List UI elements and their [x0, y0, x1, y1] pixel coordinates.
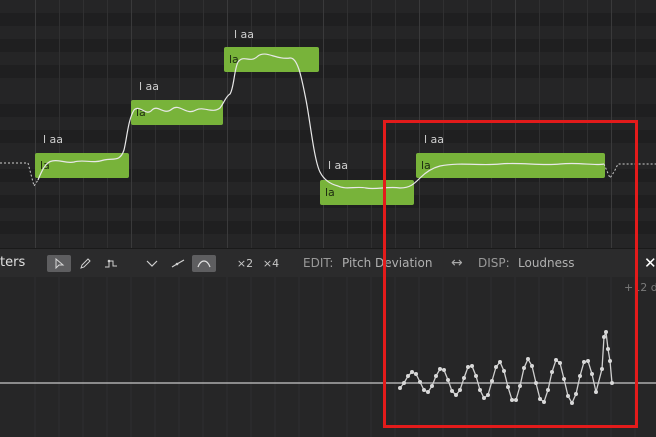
parameter-toolbar: ters ×2 ×4 EDIT: Pitch Deviation ↔ DISP:…: [0, 248, 656, 278]
loudness-point: [450, 389, 454, 393]
loudness-point: [470, 364, 474, 368]
loudness-point: [518, 384, 522, 388]
chevron-down-icon: [146, 260, 158, 267]
swap-params-icon[interactable]: ↔: [451, 249, 463, 277]
loudness-point: [534, 381, 538, 385]
multiply-2-button[interactable]: ×2: [233, 255, 257, 272]
loudness-point: [574, 392, 578, 396]
loudness-point: [608, 359, 612, 363]
loudness-point: [604, 330, 608, 334]
loudness-point: [446, 378, 450, 382]
loudness-point: [558, 361, 562, 365]
multiply-4-button[interactable]: ×4: [259, 255, 283, 272]
loudness-point: [502, 369, 506, 373]
loudness-point: [570, 401, 574, 405]
loudness-point: [530, 364, 534, 368]
pitch-transition-dashed: [27, 162, 39, 188]
loudness-point: [494, 365, 498, 369]
pitch-curve-layer: [0, 53, 656, 190]
loudness-point: [606, 347, 610, 351]
loudness-point: [526, 357, 530, 361]
line-tool-button[interactable]: [99, 255, 123, 272]
piano-roll[interactable]: l aa la l aa la l aa la l aa la l aa la: [0, 0, 656, 248]
curve-down-button[interactable]: [140, 255, 164, 272]
loudness-point: [600, 367, 604, 371]
loudness-point: [582, 360, 586, 364]
loudness-point: [554, 358, 558, 362]
curve-rise-button[interactable]: [166, 255, 190, 272]
loudness-point: [434, 374, 438, 378]
loudness-point: [486, 393, 490, 397]
loudness-point: [566, 394, 570, 398]
loudness-point: [414, 372, 418, 376]
loudness-point: [462, 376, 466, 380]
parameter-panel[interactable]: +12 dB: [0, 277, 656, 437]
close-icon[interactable]: ✕: [644, 249, 656, 277]
pencil-tool-button[interactable]: [73, 255, 97, 272]
loudness-point: [398, 386, 402, 390]
loudness-point: [474, 374, 478, 378]
loudness-point: [478, 388, 482, 392]
loudness-point: [514, 398, 518, 402]
loudness-point: [482, 396, 486, 400]
edit-parameter-select[interactable]: Pitch Deviation: [342, 249, 432, 277]
loudness-point: [550, 370, 554, 374]
loudness-point: [586, 359, 590, 363]
loudness-point: [490, 379, 494, 383]
loudness-point: [590, 372, 594, 376]
arch-curve-icon: [197, 260, 211, 268]
curve-arch-button[interactable]: [192, 255, 216, 272]
disp-label: DISP:: [478, 256, 510, 270]
pencil-icon: [80, 258, 91, 269]
loudness-point: [510, 398, 514, 402]
loudness-point: [402, 381, 406, 385]
panel-title: ters: [0, 255, 26, 270]
loudness-point: [610, 381, 614, 385]
edit-label: EDIT:: [303, 256, 334, 270]
loudness-point: [410, 370, 414, 374]
loudness-curve: [399, 331, 613, 405]
loudness-point: [506, 385, 510, 389]
select-tool-button[interactable]: [47, 255, 71, 272]
loudness-point: [538, 397, 542, 401]
line-tool-icon: [105, 259, 117, 268]
loudness-point: [418, 380, 422, 384]
loudness-point: [422, 388, 426, 392]
cursor-icon: [55, 257, 65, 270]
loudness-point: [466, 365, 470, 369]
pitch-curve[interactable]: [37, 53, 605, 190]
loudness-point: [442, 368, 446, 372]
rise-curve-icon: [171, 259, 185, 268]
loudness-point: [454, 393, 458, 397]
parameter-curve-layer: [0, 277, 656, 437]
loudness-point: [578, 374, 582, 378]
display-parameter-select[interactable]: Loudness: [518, 249, 575, 277]
loudness-point: [542, 400, 546, 404]
loudness-point: [522, 366, 526, 370]
loudness-point: [498, 360, 502, 364]
loudness-point: [602, 335, 606, 339]
loudness-point: [430, 384, 434, 388]
loudness-point: [546, 388, 550, 392]
loudness-point: [562, 377, 566, 381]
loudness-point: [594, 390, 598, 394]
loudness-point: [426, 390, 430, 394]
pitch-curve-after: [603, 163, 656, 180]
loudness-point: [406, 374, 410, 378]
loudness-point: [438, 367, 442, 371]
loudness-point: [458, 388, 462, 392]
